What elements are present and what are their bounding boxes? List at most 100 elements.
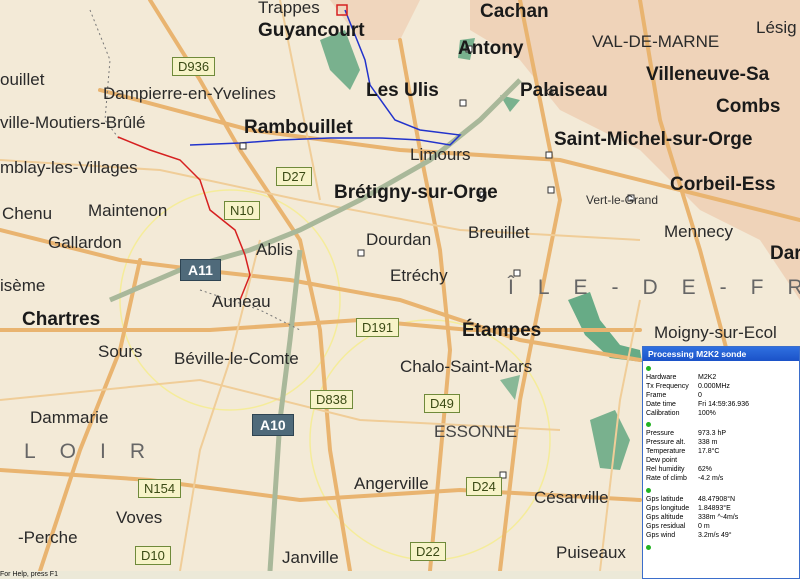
place-label: Sours (98, 342, 143, 361)
status-text: For Help, press F1 (0, 571, 58, 578)
telemetry-row: Calibration 100% (643, 409, 799, 418)
status-dot-icon (646, 366, 651, 371)
place-label: Gallardon (48, 233, 122, 252)
place-label: VAL-DE-MARNE (592, 32, 720, 51)
place-label: Dourdan (366, 230, 432, 249)
telemetry-label: Hardware (646, 374, 677, 381)
place-label: Les Ulis (366, 80, 439, 101)
status-dot-icon (646, 545, 651, 550)
place-label: Voves (116, 508, 163, 527)
telemetry-label: Gps residual (646, 523, 686, 530)
telemetry-label: Gps altitude (646, 514, 684, 521)
road-shield: D191 (356, 318, 400, 337)
road-shield: D22 (410, 542, 446, 561)
place-label: Chenu (2, 204, 53, 223)
telemetry-value: 0.000MHz (698, 383, 730, 390)
place-label: Antony (458, 38, 524, 59)
road-shield: D49 (424, 394, 460, 413)
telemetry-row: Pressure 973.3 hP (643, 429, 799, 438)
place-label: Palaiseau (520, 80, 608, 101)
telemetry-value: -4.2 m/s (698, 475, 724, 482)
telemetry-row: Temperature 17.8°C (643, 447, 799, 456)
place-label: Maintenon (88, 201, 168, 220)
region-label: ESSONNE (434, 422, 518, 441)
place-label: Ablis (256, 240, 293, 259)
place-label: Lésig (756, 18, 797, 37)
status-dot-icon (646, 488, 651, 493)
place-label: Chalo-Saint-Mars (400, 357, 533, 376)
place-label: Corbeil-Ess (670, 174, 776, 195)
place-label: Étampes (462, 320, 542, 341)
telemetry-value: M2K2 (698, 374, 717, 381)
telemetry-row: Gps altitude 338m ^-4m/s (643, 513, 799, 522)
place-label: mblay-les-Villages (0, 158, 138, 177)
place-label: Cachan (480, 1, 549, 22)
telemetry-label: Temperature (646, 448, 686, 455)
telemetry-value: 48.47908°N (698, 496, 736, 503)
telemetry-row: Gps wind 3.2m/s 49° (643, 531, 799, 540)
region-label: LOIR (24, 440, 170, 463)
telemetry-label: Date time (646, 401, 676, 408)
panel-title[interactable]: Processing M2K2 sonde (643, 347, 799, 361)
telemetry-row: Gps longitude 1.84893°E (643, 504, 799, 513)
telemetry-row: Gps residual 0 m (643, 522, 799, 531)
road-shield: D10 (135, 546, 171, 565)
telemetry-row: Pressure alt. 338 m (643, 438, 799, 447)
telemetry-row: Dew point (643, 456, 799, 465)
place-label: -Perche (18, 528, 78, 547)
place-label: Dampierre-en-Yvelines (103, 84, 276, 103)
road-shield: D936 (172, 57, 216, 76)
sonde-panel[interactable]: Processing M2K2 sonde Hardware M2K2 Tx Fre… (642, 346, 800, 579)
telemetry-label: Pressure alt. (646, 439, 686, 446)
place-label: ouillet (0, 70, 45, 89)
place-label: Césarville (534, 488, 609, 507)
telemetry-row: Date time Fri 14:59:36.936 (643, 400, 799, 409)
place-label: Vert-le-Grand (586, 193, 659, 207)
telemetry-label: Rel humidity (646, 466, 685, 473)
place-label: Etréchy (390, 266, 448, 285)
telemetry-label: Frame (646, 392, 667, 399)
place-label: Dar (770, 243, 800, 264)
road-shield: D24 (466, 477, 502, 496)
place-label: Dammarie (30, 408, 109, 427)
telemetry-value: 338m ^-4m/s (698, 514, 739, 521)
place-label: Auneau (212, 292, 271, 311)
telemetry-row: Gps latitude 48.47908°N (643, 495, 799, 504)
place-label: Puiseaux (556, 543, 626, 562)
telemetry-label: Dew point (646, 457, 678, 464)
telemetry-value: 0 m (698, 523, 710, 530)
telemetry-value: 338 m (698, 439, 718, 446)
telemetry-row: Rate of climb -4.2 m/s (643, 474, 799, 483)
place-label: Brétigny-sur-Orge (334, 182, 498, 203)
place-label: Moigny-sur-Ecol (654, 323, 777, 342)
autoroute-shield: A11 (180, 259, 221, 281)
place-label: Janville (282, 548, 339, 567)
telemetry-label: Gps wind (646, 532, 676, 539)
place-label: Béville-le-Comte (174, 349, 299, 368)
autoroute-shield: A10 (252, 414, 294, 436)
place-label: Saint-Michel-sur-Orge (554, 129, 753, 150)
place-label: isème (0, 276, 46, 295)
place-label: Mennecy (664, 222, 733, 241)
status-dot-icon (646, 422, 651, 427)
telemetry-label: Tx Frequency (646, 383, 689, 390)
telemetry-row: Frame 0 (643, 391, 799, 400)
road-shield: D838 (310, 390, 354, 409)
place-label: Limours (410, 145, 471, 164)
telemetry-value: 62% (698, 466, 713, 473)
telemetry-label: Calibration (646, 410, 680, 417)
place-label: Chartres (22, 309, 101, 330)
telemetry-label: Gps latitude (646, 496, 684, 503)
telemetry-label: Pressure (646, 430, 675, 437)
telemetry-value: Fri 14:59:36.936 (698, 401, 749, 408)
telemetry-value: 3.2m/s 49° (698, 532, 732, 539)
place-label: Rambouillet (244, 117, 353, 138)
telemetry-row: Tx Frequency 0.000MHz (643, 382, 799, 391)
telemetry-value: 0 (698, 392, 702, 399)
telemetry-value: 100% (698, 410, 716, 417)
telemetry-label: Rate of climb (646, 475, 687, 482)
telemetry-value: 973.3 hP (698, 430, 727, 437)
telemetry-row: Rel humidity 62% (643, 465, 799, 474)
road-shield: D27 (276, 167, 312, 186)
place-label: Angerville (354, 474, 429, 493)
